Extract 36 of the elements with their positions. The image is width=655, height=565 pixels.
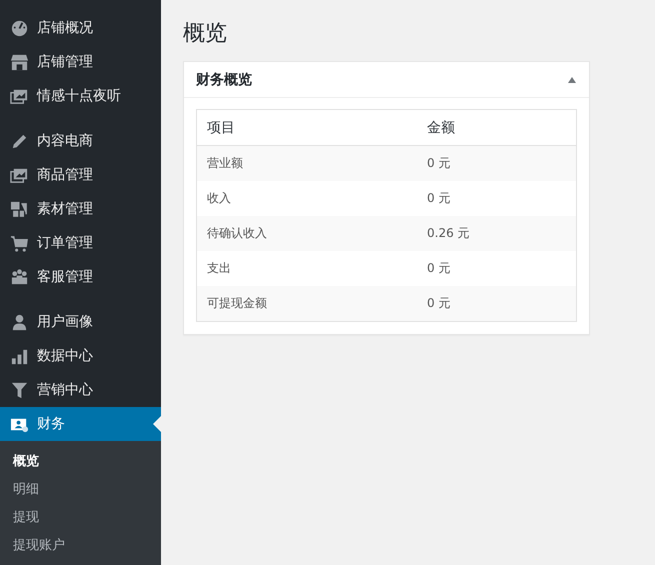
menu-item[interactable]: 财务 <box>0 407 161 441</box>
card-title: 财务概览 <box>196 70 252 88</box>
menu-item[interactable]: 情感十点夜听 <box>0 79 161 113</box>
menu-item[interactable]: 订单管理 <box>0 226 161 260</box>
menu-icon <box>10 234 29 252</box>
menu-icon <box>10 380 29 400</box>
table-cell: 0 元 <box>417 181 576 216</box>
menu-icon <box>10 200 29 218</box>
menu-item[interactable]: 商品管理 <box>0 158 161 192</box>
menu-item[interactable]: 数据中心 <box>0 339 161 373</box>
table-cell: 0 元 <box>417 146 576 181</box>
menu-icon <box>10 18 29 38</box>
menu-icon <box>10 268 29 286</box>
table-cell: 待确认收入 <box>196 216 417 251</box>
table-cell: 可提现金额 <box>196 286 417 322</box>
submenu-item[interactable]: 概览 <box>0 448 161 476</box>
table-cell: 0 元 <box>417 286 576 322</box>
menu-icon <box>10 52 29 72</box>
submenu-item[interactable]: 提现账户 <box>0 532 161 560</box>
menu-item[interactable]: 营销中心 <box>0 373 161 407</box>
table-cell: 收入 <box>196 181 417 216</box>
menu-item[interactable]: 店铺概况 <box>0 11 161 45</box>
table-cell: 营业额 <box>196 146 417 181</box>
menu-item[interactable]: 用户画像 <box>0 305 161 339</box>
table-cell: 0 元 <box>417 251 576 286</box>
page-title: 概览 <box>183 20 228 48</box>
menu-item[interactable]: 内容电商 <box>0 124 161 158</box>
menu-item[interactable]: 素材管理 <box>0 192 161 226</box>
menu-item[interactable]: 店铺管理 <box>0 45 161 79</box>
collapse-toggle[interactable] <box>567 76 577 84</box>
menu-icon <box>10 312 29 332</box>
table-cell: 支出 <box>196 251 417 286</box>
table-cell: 0.26 元 <box>417 216 576 251</box>
submenu-item[interactable]: 明细 <box>0 476 161 504</box>
menu-item[interactable]: 客服管理 <box>0 260 161 294</box>
submenu-item[interactable]: 提现 <box>0 504 161 532</box>
